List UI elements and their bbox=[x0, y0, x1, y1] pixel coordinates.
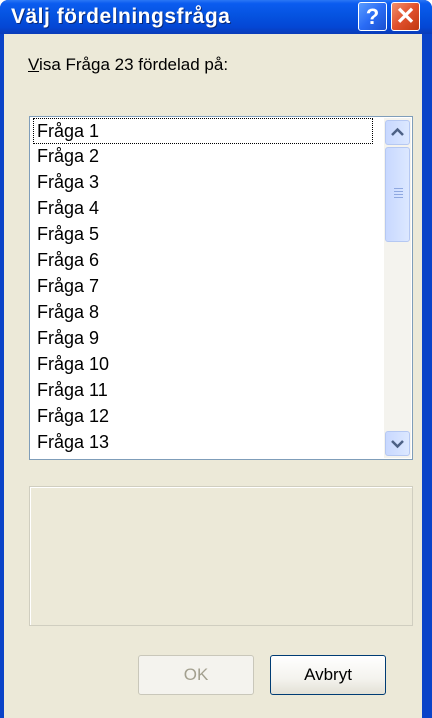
label-text: isa Fråga 23 fördelad på: bbox=[39, 55, 229, 74]
list-item[interactable]: Fråga 10 bbox=[31, 352, 376, 378]
grip-line bbox=[394, 191, 403, 192]
help-icon: ? bbox=[365, 4, 380, 29]
grip-line bbox=[394, 197, 403, 198]
ok-button[interactable]: OK bbox=[138, 655, 254, 695]
scroll-down-button[interactable] bbox=[385, 431, 410, 456]
list-item[interactable]: Fråga 8 bbox=[31, 300, 376, 326]
list-item[interactable]: Fråga 4 bbox=[31, 196, 376, 222]
grip-line bbox=[394, 188, 403, 189]
grip-line bbox=[394, 194, 403, 195]
list-item[interactable]: Fråga 3 bbox=[31, 170, 376, 196]
scroll-up-button[interactable] bbox=[385, 120, 410, 145]
dialog-window: Välj fördelningsfråga ? ✕ Visa Fråga 23 … bbox=[0, 0, 432, 718]
list-item[interactable]: Fråga 6 bbox=[31, 248, 376, 274]
title-bar[interactable]: Välj fördelningsfråga ? ✕ bbox=[0, 0, 432, 34]
description-box bbox=[29, 486, 413, 626]
window-title: Välj fördelningsfråga bbox=[11, 5, 231, 28]
close-button[interactable]: ✕ bbox=[391, 2, 420, 31]
list-item[interactable]: Fråga 9 bbox=[31, 326, 376, 352]
list-item[interactable]: Fråga 7 bbox=[31, 274, 376, 300]
help-button[interactable]: ? bbox=[358, 2, 387, 31]
list-item[interactable]: Fråga 13 bbox=[31, 430, 376, 456]
label-accelerator: V bbox=[28, 55, 40, 74]
list-items: Fråga 1 Fråga 2 Fråga 3 Fråga 4 Fråga 5 Fråga… bbox=[31, 118, 376, 456]
close-icon: ✕ bbox=[395, 3, 416, 30]
list-item[interactable]: Fråga 2 bbox=[31, 144, 376, 170]
list-item[interactable]: Fråga 12 bbox=[31, 404, 376, 430]
cancel-button[interactable]: Avbryt bbox=[270, 655, 386, 695]
question-listbox[interactable]: Fråga 1 Fråga 2 Fråga 3 Fråga 4 Fråga 5 Fråga… bbox=[29, 116, 413, 460]
chevron-up-icon bbox=[391, 127, 404, 136]
list-item[interactable]: Fråga 5 bbox=[31, 222, 376, 248]
list-item[interactable]: Fråga 11 bbox=[31, 378, 376, 404]
scroll-thumb[interactable] bbox=[385, 147, 410, 242]
vertical-scrollbar[interactable] bbox=[384, 118, 411, 458]
question-list-label: Visa Fråga 23 fördelad på: bbox=[28, 55, 228, 75]
list-item[interactable]: Fråga 1 bbox=[33, 118, 373, 144]
chevron-down-icon bbox=[391, 440, 404, 449]
